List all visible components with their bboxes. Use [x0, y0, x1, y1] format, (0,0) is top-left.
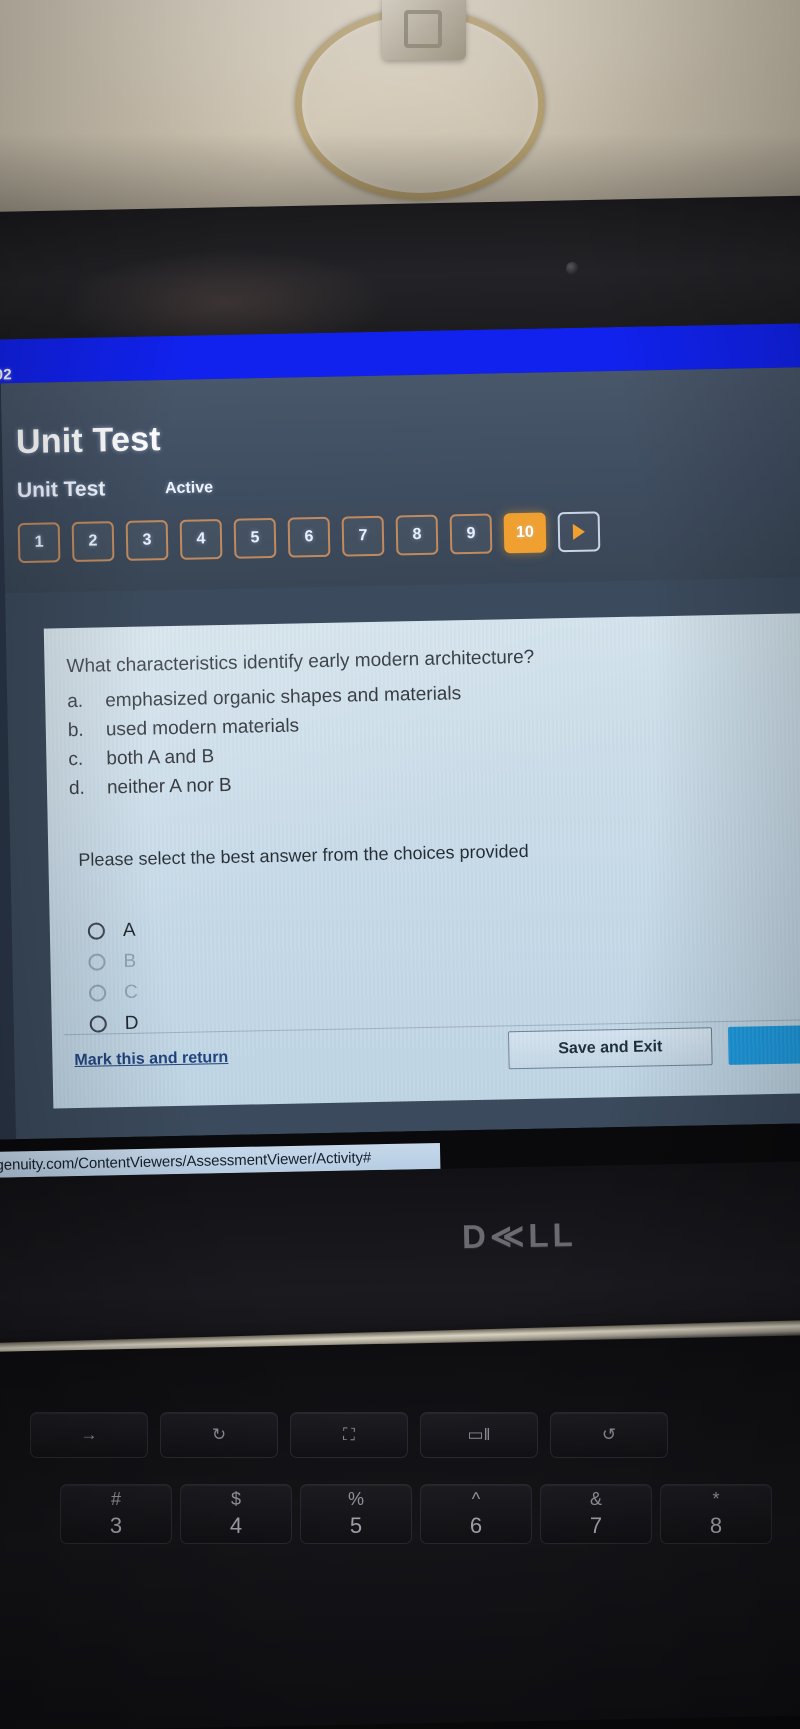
- answer-choice-B[interactable]: B: [88, 946, 137, 978]
- number-key-4[interactable]: $4: [180, 1484, 292, 1544]
- photo-of-laptop-screen: 02 Unit Test Unit Test Active 1234567891…: [0, 0, 800, 1729]
- key-digit-glyph: 7: [589, 1513, 603, 1538]
- function-key-0[interactable]: →: [30, 1412, 148, 1458]
- answer-choice-label: C: [123, 981, 139, 1003]
- key-digit-glyph: 8: [709, 1513, 723, 1538]
- radio-button-B[interactable]: [88, 953, 106, 971]
- answer-choices: ABCD: [87, 915, 139, 1040]
- assessment-app: Unit Test Unit Test Active 1 2 3 4 5 6 7 8 9 10 W…: [0, 367, 800, 1142]
- option-text: both A and B: [106, 746, 215, 770]
- question-nav-button-7[interactable]: 7: [341, 515, 385, 557]
- radio-button-D[interactable]: [89, 1015, 107, 1033]
- key-shift-glyph: &: [589, 1489, 602, 1509]
- question-nav-button-10[interactable]: 10: [503, 512, 547, 554]
- key-digit-glyph: 3: [109, 1513, 123, 1538]
- key-shift-glyph: %: [347, 1489, 364, 1509]
- answer-choice-label: D: [124, 1012, 139, 1034]
- assessment-name: Unit Test: [16, 477, 106, 503]
- answer-choice-label: A: [122, 919, 136, 941]
- save-and-exit-button[interactable]: Save and Exit: [507, 1027, 713, 1070]
- question-nav-button-3[interactable]: 3: [125, 520, 169, 561]
- mark-this-and-return-link[interactable]: Mark this and return: [74, 1049, 228, 1070]
- assessment-subheader: Unit Test Active: [17, 469, 517, 507]
- answer-choice-label: B: [123, 950, 137, 972]
- wall-shading: [0, 0, 800, 222]
- key-digit-glyph: 4: [229, 1513, 243, 1538]
- question-nav-button-6[interactable]: 6: [287, 516, 331, 558]
- question-nav-button-4[interactable]: 4: [179, 518, 223, 560]
- status-badge: Active: [164, 479, 214, 498]
- number-key-8[interactable]: * 8: [660, 1484, 772, 1544]
- number-key-5[interactable]: % 5: [300, 1484, 412, 1544]
- laptop-screen: 02 Unit Test Unit Test Active 1234567891…: [0, 323, 800, 1142]
- question-prompt: What characteristics identify early mode…: [66, 646, 535, 678]
- radio-button-A[interactable]: [87, 922, 106, 940]
- function-key-4[interactable]: ↺: [550, 1412, 668, 1458]
- number-key-6[interactable]: ^ 6: [420, 1484, 532, 1544]
- function-key-2[interactable]: ⛶: [290, 1412, 408, 1458]
- instruction-text: Please select the best answer from the c…: [78, 840, 529, 870]
- key-shift-glyph: #: [110, 1489, 121, 1509]
- key-digit-glyph: 6: [469, 1513, 483, 1538]
- function-key-row: → ↻ ⛶ ▭‖ ↺: [0, 1412, 800, 1472]
- radio-button-C[interactable]: [88, 984, 107, 1002]
- key-shift-glyph: ^: [471, 1489, 481, 1509]
- next-button[interactable]: [727, 1023, 800, 1065]
- answer-choice-D[interactable]: D: [89, 1008, 139, 1040]
- play-triangle-icon: [572, 523, 586, 540]
- option-letter: c.: [68, 748, 84, 771]
- question-options-list: a. emphasized organic shapes and material…: [67, 674, 769, 804]
- next-question-arrow-button[interactable]: [557, 511, 601, 553]
- option-letter: b.: [67, 719, 84, 742]
- number-key-7[interactable]: & 7: [540, 1484, 652, 1544]
- function-key-1[interactable]: ↻: [160, 1412, 278, 1458]
- option-letter: a.: [67, 690, 84, 713]
- question-navigation: 1 2 3 4 5 6 7 8 9 10: [17, 511, 601, 564]
- function-key-3[interactable]: ▭‖: [420, 1412, 538, 1458]
- status-url-text: lgenuity.com/ContentViewers/AssessmentVi…: [0, 1148, 372, 1174]
- key-shift-glyph: *: [712, 1489, 720, 1509]
- key-shift-glyph: $: [230, 1489, 241, 1509]
- key-digit-glyph: 5: [349, 1513, 363, 1538]
- answer-choice-C[interactable]: C: [88, 977, 139, 1009]
- browser-tab-label[interactable]: 02: [0, 366, 12, 383]
- number-key-3[interactable]: #3: [60, 1484, 172, 1544]
- answer-choice-A[interactable]: A: [87, 915, 137, 947]
- question-nav-button-1[interactable]: 1: [17, 522, 61, 564]
- number-key-row: #3 $4% 5 ^ 6 & 7 * 8: [0, 1484, 800, 1544]
- question-nav-button-5[interactable]: 5: [233, 517, 277, 559]
- page-title: Unit Test: [15, 420, 162, 462]
- question-nav-button-9[interactable]: 9: [449, 513, 493, 555]
- dell-logo: D≪LL: [461, 1215, 578, 1256]
- option-letter: d.: [68, 777, 86, 800]
- option-text: used modern materials: [105, 715, 300, 741]
- app-header: Unit Test Unit Test Active 1 2 3 4 5 6 7 8 9 10: [0, 367, 800, 594]
- question-nav-button-8[interactable]: 8: [395, 514, 439, 556]
- question-panel: What characteristics identify early mode…: [43, 613, 800, 1109]
- option-text: neither A nor B: [106, 774, 232, 799]
- question-nav-button-2[interactable]: 2: [71, 521, 115, 562]
